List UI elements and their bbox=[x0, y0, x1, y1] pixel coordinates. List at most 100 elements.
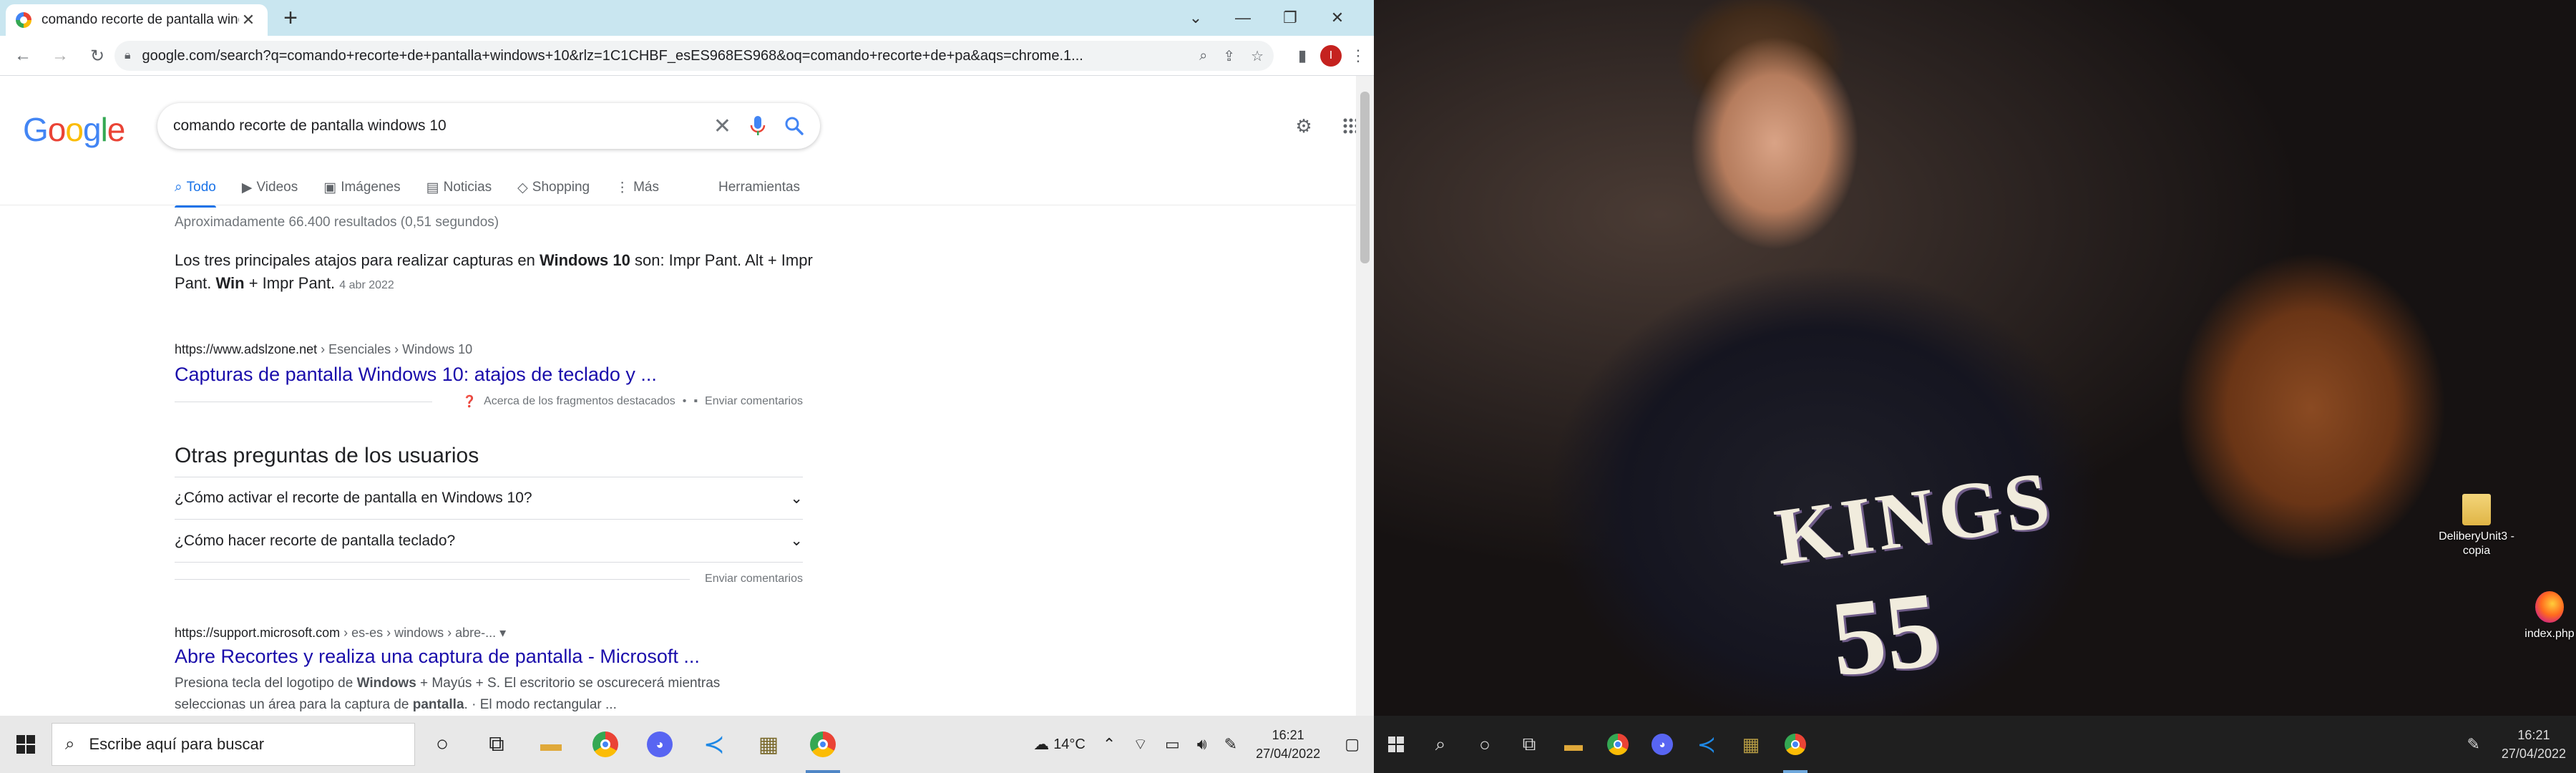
desktop-file[interactable]: index.php bbox=[2510, 591, 2576, 641]
chevron-down-icon: ⌄ bbox=[790, 490, 803, 507]
google-logo[interactable]: Google bbox=[23, 110, 125, 149]
firefox-icon bbox=[2535, 591, 2564, 623]
tab-mas[interactable]: ⋮ Más bbox=[615, 173, 659, 202]
tools-button[interactable]: Herramientas bbox=[718, 173, 800, 202]
forward-arrow-icon[interactable]: → bbox=[46, 42, 74, 70]
search-box[interactable]: comando recorte de pantalla windows 10 ✕ bbox=[157, 103, 820, 149]
chrome-icon[interactable] bbox=[578, 716, 633, 773]
about-snippets-link[interactable]: Acerca de los fragmentos destacados bbox=[484, 395, 675, 408]
search-icon[interactable] bbox=[784, 116, 804, 136]
browser-tab[interactable]: comando recorte de pantalla windows 10 -… bbox=[6, 4, 268, 36]
show-hidden-icons-chevron-icon[interactable]: ⌃ bbox=[1094, 735, 1124, 754]
google-favicon-icon bbox=[16, 12, 31, 28]
search-icon[interactable]: ⌕ bbox=[1418, 716, 1463, 773]
cortana-circle-icon[interactable]: ○ bbox=[415, 716, 469, 773]
share-icon[interactable]: ⇪ bbox=[1223, 47, 1235, 65]
wifi-icon[interactable]: ⌔ bbox=[1124, 734, 1156, 754]
start-windows-icon[interactable] bbox=[1374, 716, 1418, 773]
search-icon: ⌕ bbox=[65, 734, 75, 754]
search-tabs: ⌕ Todo ▶ Videos ▣ Imágenes ▤ Noticias ◇ Shopp… bbox=[175, 173, 659, 208]
discord-icon[interactable]: ◕ bbox=[633, 716, 687, 773]
microphone-icon[interactable] bbox=[750, 115, 766, 137]
featured-snippet: Los tres principales atajos para realiza… bbox=[175, 251, 813, 292]
bookmark-star-icon[interactable]: ☆ bbox=[1251, 47, 1264, 65]
tab-imagenes[interactable]: ▣ Imágenes bbox=[323, 173, 400, 202]
tab-close-icon[interactable]: ✕ bbox=[239, 11, 258, 29]
close-window-icon[interactable]: ✕ bbox=[1314, 0, 1361, 36]
tab-noticias[interactable]: ▤ Noticias bbox=[426, 173, 492, 202]
jersey-number: 55 bbox=[1825, 569, 1946, 699]
jersey-lettering: KINGS bbox=[1770, 454, 2059, 582]
send-feedback-link[interactable]: Enviar comentarios bbox=[705, 395, 803, 408]
notifications-icon[interactable]: ▢ bbox=[1330, 735, 1374, 754]
result2-cite[interactable]: https://support.microsoft.com › es-es › … bbox=[175, 626, 506, 641]
browser-toolbar: ← → ↻ 🔒︎ google.com/search?q=comando+rec… bbox=[0, 36, 1374, 76]
tab-todo[interactable]: ⌕ Todo bbox=[175, 173, 216, 208]
restore-icon[interactable]: ❐ bbox=[1267, 0, 1314, 36]
apps-grid-icon[interactable] bbox=[1337, 112, 1356, 140]
toolbar-profile[interactable]: I bbox=[1317, 42, 1345, 70]
pen-icon[interactable]: ✎ bbox=[1216, 735, 1246, 754]
settings-gear-icon[interactable]: ⚙ bbox=[1289, 112, 1318, 140]
cortana-circle-icon[interactable]: ○ bbox=[1463, 716, 1507, 773]
result2-title[interactable]: Abre Recortes y realiza una captura de p… bbox=[175, 646, 700, 668]
reload-icon[interactable]: ↻ bbox=[83, 42, 112, 70]
side-panel-icon[interactable]: ▮ bbox=[1288, 42, 1317, 70]
volume-icon[interactable]: 🔊︎ bbox=[1189, 735, 1216, 754]
xampp-icon[interactable]: ▦ bbox=[741, 716, 796, 773]
battery-icon[interactable]: ▭ bbox=[1156, 735, 1189, 754]
divider bbox=[175, 579, 690, 580]
start-windows-icon[interactable] bbox=[0, 716, 52, 773]
scrollbar-thumb[interactable] bbox=[1360, 92, 1370, 263]
lock-icon: 🔒︎ bbox=[125, 49, 131, 62]
tag-icon: ◇ bbox=[517, 180, 528, 195]
discord-icon[interactable]: ◕ bbox=[1640, 716, 1684, 773]
featured-cite[interactable]: https://www.adslzone.net › Esenciales › … bbox=[175, 342, 472, 357]
tab-search-chevron-icon[interactable]: ⌄ bbox=[1172, 0, 1219, 36]
vscode-icon[interactable]: ≺ bbox=[687, 716, 741, 773]
xampp-icon[interactable]: ▦ bbox=[1729, 716, 1773, 773]
desktop-folder[interactable]: DeliberyUnit3 - copia bbox=[2437, 494, 2516, 558]
zoom-search-icon[interactable]: ⌕ bbox=[1199, 48, 1207, 64]
chrome-profile-icon[interactable] bbox=[1773, 716, 1818, 773]
tab-videos[interactable]: ▶ Videos bbox=[242, 173, 298, 202]
browser-menu-icon[interactable]: ⋮ bbox=[1345, 42, 1371, 70]
folder-icon bbox=[2462, 494, 2491, 525]
task-view-icon[interactable]: ⧉ bbox=[1507, 716, 1551, 773]
result-options-caret-icon[interactable]: ▾ bbox=[499, 626, 506, 640]
chrome-profile-icon[interactable] bbox=[796, 716, 850, 773]
pen-icon[interactable]: ✎ bbox=[2455, 735, 2491, 754]
paa-feedback-row: Enviar comentarios bbox=[175, 568, 803, 590]
file-explorer-icon[interactable]: ▬ bbox=[524, 716, 578, 773]
paa-question-1[interactable]: ¿Cómo activar el recorte de pantalla en … bbox=[175, 477, 803, 520]
new-tab-button[interactable]: + bbox=[278, 6, 303, 31]
right-monitor: KINGS 55 DeliberyUnit3 - copia index.php… bbox=[1374, 0, 2576, 773]
send-feedback-link[interactable]: Enviar comentarios bbox=[705, 573, 803, 585]
secondary-taskbar-clock[interactable]: 16:21 27/04/2022 bbox=[2492, 726, 2576, 763]
taskbar-search-box[interactable]: ⌕ Escribe aquí para buscar bbox=[52, 723, 415, 766]
page-scrollbar[interactable] bbox=[1356, 76, 1374, 716]
weather-cloud-icon: ☁ bbox=[1033, 735, 1050, 753]
file-explorer-icon[interactable]: ▬ bbox=[1551, 716, 1596, 773]
search-input[interactable]: comando recorte de pantalla windows 10 bbox=[173, 117, 695, 135]
chrome-icon[interactable] bbox=[1596, 716, 1640, 773]
weather-widget[interactable]: ☁ 14°C bbox=[1025, 735, 1094, 754]
back-arrow-icon[interactable]: ← bbox=[9, 42, 37, 70]
news-icon: ▤ bbox=[426, 180, 439, 195]
url-text[interactable]: google.com/search?q=comando+recorte+de+p… bbox=[142, 48, 1184, 64]
featured-result-title[interactable]: Capturas de pantalla Windows 10: atajos … bbox=[175, 364, 657, 386]
vscode-icon[interactable]: ≺ bbox=[1684, 716, 1729, 773]
task-view-icon[interactable]: ⧉ bbox=[469, 716, 524, 773]
address-bar[interactable]: 🔒︎ google.com/search?q=comando+recorte+d… bbox=[114, 41, 1274, 71]
chevron-down-icon: ⌄ bbox=[790, 533, 803, 549]
secondary-taskbar: ⌕ ○ ⧉ ▬ ◕ ≺ ▦ ✎ 16:21 27/04/2022 bbox=[1374, 716, 2576, 773]
tab-shopping[interactable]: ◇ Shopping bbox=[517, 173, 590, 202]
clear-icon[interactable]: ✕ bbox=[713, 114, 731, 139]
paa-question-2[interactable]: ¿Cómo hacer recorte de pantalla teclado?… bbox=[175, 520, 803, 563]
taskbar-clock[interactable]: 16:21 27/04/2022 bbox=[1246, 726, 1330, 763]
featured-feedback-row: ❓ Acerca de los fragmentos destacados • … bbox=[175, 391, 803, 412]
minimize-icon[interactable]: — bbox=[1219, 0, 1267, 36]
result2-description: Presiona tecla del logotipo de Windows +… bbox=[175, 676, 721, 712]
feedback-icon: ▪ bbox=[693, 395, 698, 407]
tab-title: comando recorte de pantalla windows 10 -… bbox=[42, 12, 239, 27]
